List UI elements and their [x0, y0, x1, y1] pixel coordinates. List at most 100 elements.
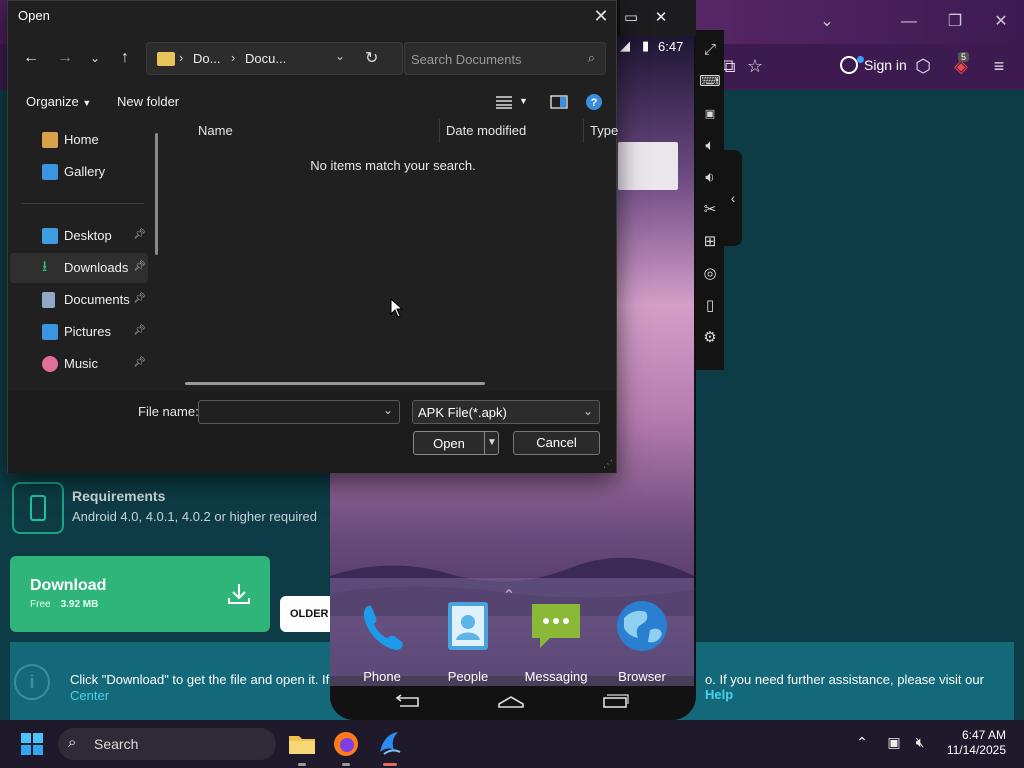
home-nav-icon[interactable] — [496, 692, 526, 712]
column-header-type[interactable]: Type — [590, 123, 618, 138]
address-bar[interactable]: › Do... › Docu... ⌄ ↻ — [146, 42, 403, 75]
close-icon[interactable]: ✕ — [986, 10, 1016, 34]
extensions-icon[interactable]: ⬡ — [912, 55, 934, 77]
resize-grip-icon[interactable]: ⋰ — [603, 459, 613, 470]
taskbar-clock[interactable]: 6:47 AM 11/14/2025 — [947, 728, 1006, 758]
download-button[interactable]: Download Free 3.92 MB — [10, 556, 270, 632]
column-divider[interactable] — [439, 119, 440, 143]
nav-item-documents[interactable]: Documents 📌︎ — [10, 285, 148, 315]
nav-item-pictures[interactable]: Pictures 📌︎ — [10, 317, 148, 347]
column-divider[interactable] — [583, 119, 584, 143]
clock-date: 11/14/2025 — [946, 743, 1006, 757]
open-file-dialog: Open ✕ ← → ⌄ ↑ › Do... › Docu... ⌄ ↻ ⌕ O… — [7, 0, 618, 473]
contacts-icon — [448, 602, 488, 650]
file-name-field[interactable]: ⌄ — [198, 400, 400, 424]
file-name-input[interactable] — [203, 404, 373, 420]
firefox-taskbar-button[interactable] — [330, 728, 362, 766]
mouse-cursor-icon — [390, 298, 404, 318]
help-center-link-tail[interactable]: Center — [70, 688, 109, 703]
recents-nav-icon[interactable] — [600, 692, 630, 712]
file-name-history-chevron-icon[interactable]: ⌄ — [383, 403, 393, 417]
minimize-icon[interactable]: — — [894, 10, 924, 34]
search-input[interactable] — [411, 49, 571, 69]
install-apk-icon[interactable]: ▣ — [698, 102, 722, 126]
new-folder-button[interactable]: New folder — [117, 94, 179, 109]
forward-arrow-icon[interactable]: → — [54, 47, 76, 69]
app-messaging[interactable]: Messaging — [516, 598, 596, 684]
app-people[interactable]: People — [428, 598, 508, 684]
taskbar-search[interactable]: ⌕ Search — [58, 728, 276, 760]
emulator-close-icon[interactable]: ✕ — [648, 6, 674, 30]
home-icon — [42, 132, 58, 148]
download-meta: Free 3.92 MB — [30, 599, 99, 610]
cancel-button[interactable]: Cancel — [513, 431, 600, 455]
file-explorer-taskbar-button[interactable] — [286, 728, 318, 766]
nav-item-gallery[interactable]: Gallery — [10, 157, 148, 187]
help-icon[interactable]: ? — [585, 93, 603, 111]
back-arrow-icon[interactable]: ← — [20, 47, 42, 69]
open-label: Open — [433, 436, 465, 451]
volume-muted-icon[interactable]: 🔇︎ — [910, 734, 930, 751]
file-list[interactable]: Name Date modified Type No items match y… — [163, 119, 618, 391]
multi-instance-icon[interactable]: ⊞ — [698, 230, 722, 254]
nav-item-desktop[interactable]: Desktop 📌︎ — [10, 221, 148, 251]
nav-label: Home — [64, 132, 99, 147]
svg-text:?: ? — [591, 97, 598, 109]
recent-locations-chevron-icon[interactable]: ⌄ — [84, 47, 106, 69]
column-header-date-modified[interactable]: Date modified — [446, 123, 526, 138]
screenshot-scissors-icon[interactable]: ✂ — [698, 198, 722, 222]
restore-icon[interactable]: ❐ — [940, 10, 970, 34]
open-options-chevron-icon[interactable]: ▼ — [484, 432, 499, 454]
nav-item-downloads[interactable]: ⭳ Downloads 📌︎ — [10, 253, 148, 283]
shake-icon[interactable]: ▯ — [698, 294, 722, 318]
view-options-chevron-icon[interactable]: ▼ — [519, 96, 528, 106]
emulator-maximize-icon[interactable]: ▭ — [618, 6, 644, 30]
up-arrow-icon[interactable]: ↑ — [114, 47, 136, 69]
info-text-right: o. If you need further assistance, pleas… — [705, 672, 984, 702]
emulator-app-icon — [380, 732, 401, 755]
volume-down-icon[interactable]: 🔉︎ — [698, 166, 722, 190]
breadcrumb-item[interactable]: Docu... — [245, 51, 286, 66]
file-name-label: File name: — [138, 404, 199, 419]
app-phone[interactable]: Phone — [342, 598, 422, 684]
sidebar-collapse-chevron-icon[interactable]: ‹ — [724, 150, 742, 246]
fullscreen-icon[interactable]: ⤢ — [698, 38, 722, 62]
search-widget[interactable] — [618, 142, 678, 190]
keyboard-icon[interactable]: ⌨ — [698, 70, 722, 94]
nav-item-music[interactable]: Music 📌︎ — [10, 349, 148, 379]
horizontal-scrollbar[interactable] — [185, 382, 485, 385]
open-button[interactable]: Open ▼ — [413, 431, 499, 455]
search-box[interactable]: ⌕ — [404, 42, 606, 75]
app-label: Phone — [363, 669, 401, 684]
preview-pane-icon[interactable] — [550, 95, 568, 109]
navigation-scrollbar[interactable] — [155, 133, 158, 255]
signin-button[interactable]: Sign in — [834, 51, 917, 79]
show-hidden-icons-chevron-icon[interactable]: ⌃ — [852, 734, 872, 751]
pictures-icon — [42, 324, 58, 340]
help-center-link[interactable]: Help — [705, 687, 733, 702]
back-nav-icon[interactable] — [392, 692, 422, 712]
column-header-name[interactable]: Name — [198, 123, 233, 138]
nav-item-home[interactable]: Home — [10, 125, 148, 155]
network-icon[interactable]: ▣ — [884, 734, 904, 751]
extension-badge: 5 — [958, 52, 970, 62]
emulator-taskbar-button[interactable] — [374, 728, 406, 766]
favorite-star-icon[interactable]: ☆ — [744, 55, 766, 77]
refresh-icon[interactable]: ↻ — [365, 48, 378, 68]
view-details-icon[interactable] — [495, 95, 513, 109]
app-browser[interactable]: Browser — [602, 598, 682, 684]
windows-start-icon[interactable] — [20, 732, 44, 756]
address-dropdown-chevron-icon[interactable]: ⌄ — [335, 49, 345, 63]
search-icon: ⌕ — [587, 50, 595, 65]
dialog-close-icon[interactable]: ✕ — [588, 4, 614, 28]
breadcrumb-item[interactable]: Do... — [193, 51, 220, 66]
organize-menu[interactable]: Organize ▼ — [26, 94, 91, 109]
settings-gear-icon[interactable]: ⚙ — [698, 326, 722, 350]
menu-icon[interactable]: ≡ — [988, 55, 1010, 77]
location-icon[interactable]: ◎ — [698, 262, 722, 286]
chevron-down-icon[interactable]: ⌄ — [812, 10, 842, 34]
file-type-select[interactable]: APK File(*.apk) ⌄ — [412, 400, 600, 424]
nav-divider — [22, 203, 144, 204]
folder-icon — [289, 736, 315, 754]
volume-up-icon[interactable]: 🔈︎ — [698, 134, 722, 158]
